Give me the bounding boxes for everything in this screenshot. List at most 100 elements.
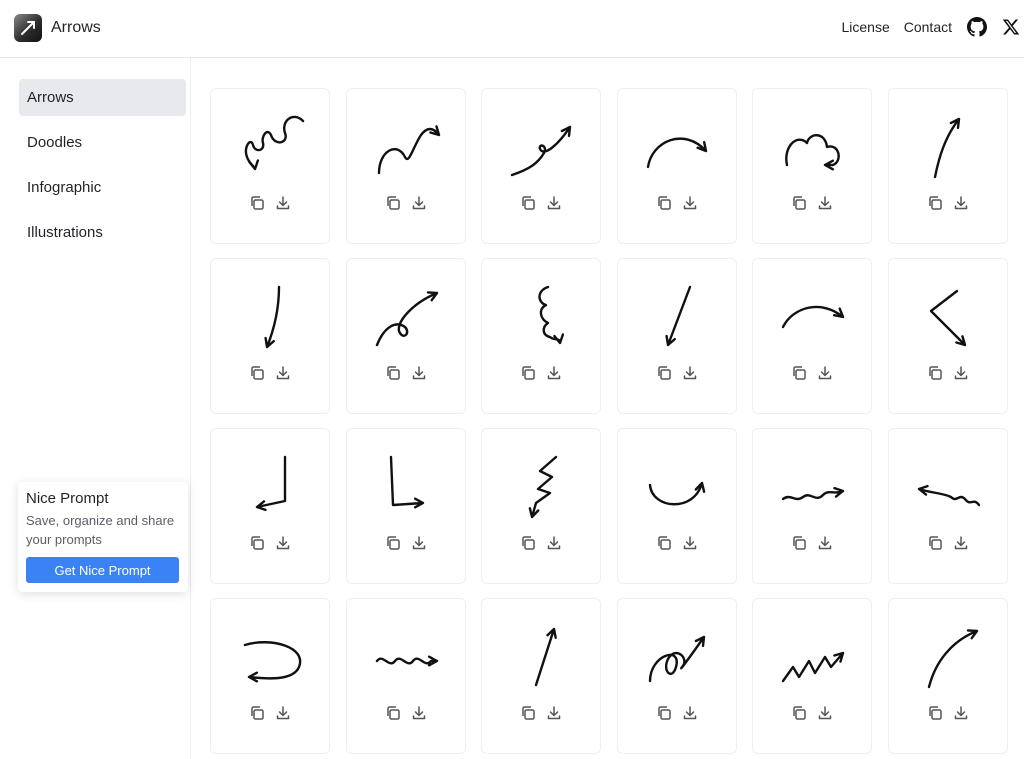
arrow-card[interactable]: [616, 88, 737, 244]
x-logo-icon[interactable]: [1000, 16, 1022, 38]
download-icon[interactable]: [816, 704, 834, 722]
copy-icon[interactable]: [248, 704, 266, 722]
copy-icon[interactable]: [926, 364, 944, 382]
copy-icon[interactable]: [790, 364, 808, 382]
card-actions: [655, 364, 707, 382]
arrow-card[interactable]: [210, 598, 330, 754]
copy-icon[interactable]: [926, 194, 944, 212]
sidebar-item-illustrations[interactable]: Illustrations: [19, 214, 186, 251]
copy-icon[interactable]: [655, 534, 673, 552]
sidebar-item-infographic[interactable]: Infographic: [19, 169, 186, 206]
arrow-card[interactable]: [752, 428, 872, 584]
card-actions: [519, 534, 571, 552]
copy-icon[interactable]: [384, 364, 402, 382]
card-actions: [790, 704, 842, 722]
arrow-card[interactable]: [887, 428, 1008, 584]
arrow-card[interactable]: [616, 258, 737, 414]
arrow-card[interactable]: [345, 88, 466, 244]
copy-icon[interactable]: [926, 704, 944, 722]
download-icon[interactable]: [952, 194, 970, 212]
arrow-card[interactable]: [345, 428, 466, 584]
download-icon[interactable]: [410, 364, 428, 382]
copy-icon[interactable]: [248, 534, 266, 552]
download-icon[interactable]: [410, 704, 428, 722]
download-icon[interactable]: [274, 704, 292, 722]
arrow-card[interactable]: [752, 598, 872, 754]
arrow-card[interactable]: [752, 88, 872, 244]
brand[interactable]: Arrows: [14, 14, 101, 42]
copy-icon[interactable]: [384, 534, 402, 552]
download-icon[interactable]: [816, 534, 834, 552]
sidebar-item-doodles[interactable]: Doodles: [19, 124, 186, 161]
app-title: Arrows: [51, 19, 101, 36]
card-actions: [926, 194, 978, 212]
copy-icon[interactable]: [655, 704, 673, 722]
download-icon[interactable]: [681, 534, 699, 552]
download-icon[interactable]: [274, 194, 292, 212]
arrow-card[interactable]: [345, 598, 466, 754]
download-icon[interactable]: [545, 704, 563, 722]
copy-icon[interactable]: [519, 704, 537, 722]
arrow-card[interactable]: [345, 258, 466, 414]
get-nice-prompt-button[interactable]: Get Nice Prompt: [26, 557, 179, 583]
copy-icon[interactable]: [926, 534, 944, 552]
u-turn-up-arrow-icon: [638, 447, 718, 527]
download-icon[interactable]: [681, 194, 699, 212]
arrow-card[interactable]: [481, 428, 601, 584]
copy-icon[interactable]: [519, 534, 537, 552]
download-icon[interactable]: [410, 194, 428, 212]
copy-icon[interactable]: [519, 194, 537, 212]
github-icon[interactable]: [966, 16, 988, 38]
loop-up-arrow-icon: [367, 277, 447, 357]
arrow-card[interactable]: [616, 428, 737, 584]
corner-down-left-arrow-icon: [231, 447, 311, 527]
card-actions: [248, 194, 300, 212]
card-actions: [926, 704, 978, 722]
download-icon[interactable]: [274, 534, 292, 552]
card-actions: [655, 194, 707, 212]
download-icon[interactable]: [816, 194, 834, 212]
card-actions: [790, 534, 842, 552]
arrow-card[interactable]: [481, 258, 601, 414]
arrow-card[interactable]: [752, 258, 872, 414]
arrow-card[interactable]: [210, 258, 330, 414]
copy-icon[interactable]: [384, 194, 402, 212]
copy-icon[interactable]: [655, 194, 673, 212]
arrow-card[interactable]: [210, 428, 330, 584]
top-bar: Arrows License Contact: [0, 0, 1024, 58]
download-icon[interactable]: [816, 364, 834, 382]
copy-icon[interactable]: [384, 704, 402, 722]
zigzag-vertical-arrow-icon: [502, 447, 582, 527]
copy-icon[interactable]: [248, 194, 266, 212]
contact-link[interactable]: Contact: [904, 19, 952, 35]
download-icon[interactable]: [545, 194, 563, 212]
promo-title: Nice Prompt: [26, 490, 109, 507]
arrow-card[interactable]: [481, 598, 601, 754]
arrow-card[interactable]: [887, 598, 1008, 754]
copy-icon[interactable]: [790, 194, 808, 212]
copy-icon[interactable]: [519, 364, 537, 382]
card-actions: [248, 704, 300, 722]
copy-icon[interactable]: [655, 364, 673, 382]
download-icon[interactable]: [545, 364, 563, 382]
arrow-card[interactable]: [210, 88, 330, 244]
arrow-card[interactable]: [481, 88, 601, 244]
download-icon[interactable]: [952, 534, 970, 552]
card-actions: [790, 364, 842, 382]
download-icon[interactable]: [545, 534, 563, 552]
arrow-card[interactable]: [616, 598, 737, 754]
download-icon[interactable]: [681, 364, 699, 382]
download-icon[interactable]: [681, 704, 699, 722]
license-link[interactable]: License: [841, 19, 889, 35]
download-icon[interactable]: [952, 704, 970, 722]
copy-icon[interactable]: [790, 534, 808, 552]
arrow-card[interactable]: [887, 258, 1008, 414]
arrow-card[interactable]: [887, 88, 1008, 244]
download-icon[interactable]: [274, 364, 292, 382]
download-icon[interactable]: [410, 534, 428, 552]
copy-icon[interactable]: [790, 704, 808, 722]
card-actions: [384, 704, 436, 722]
sidebar-item-arrows[interactable]: Arrows: [19, 79, 186, 116]
copy-icon[interactable]: [248, 364, 266, 382]
download-icon[interactable]: [952, 364, 970, 382]
